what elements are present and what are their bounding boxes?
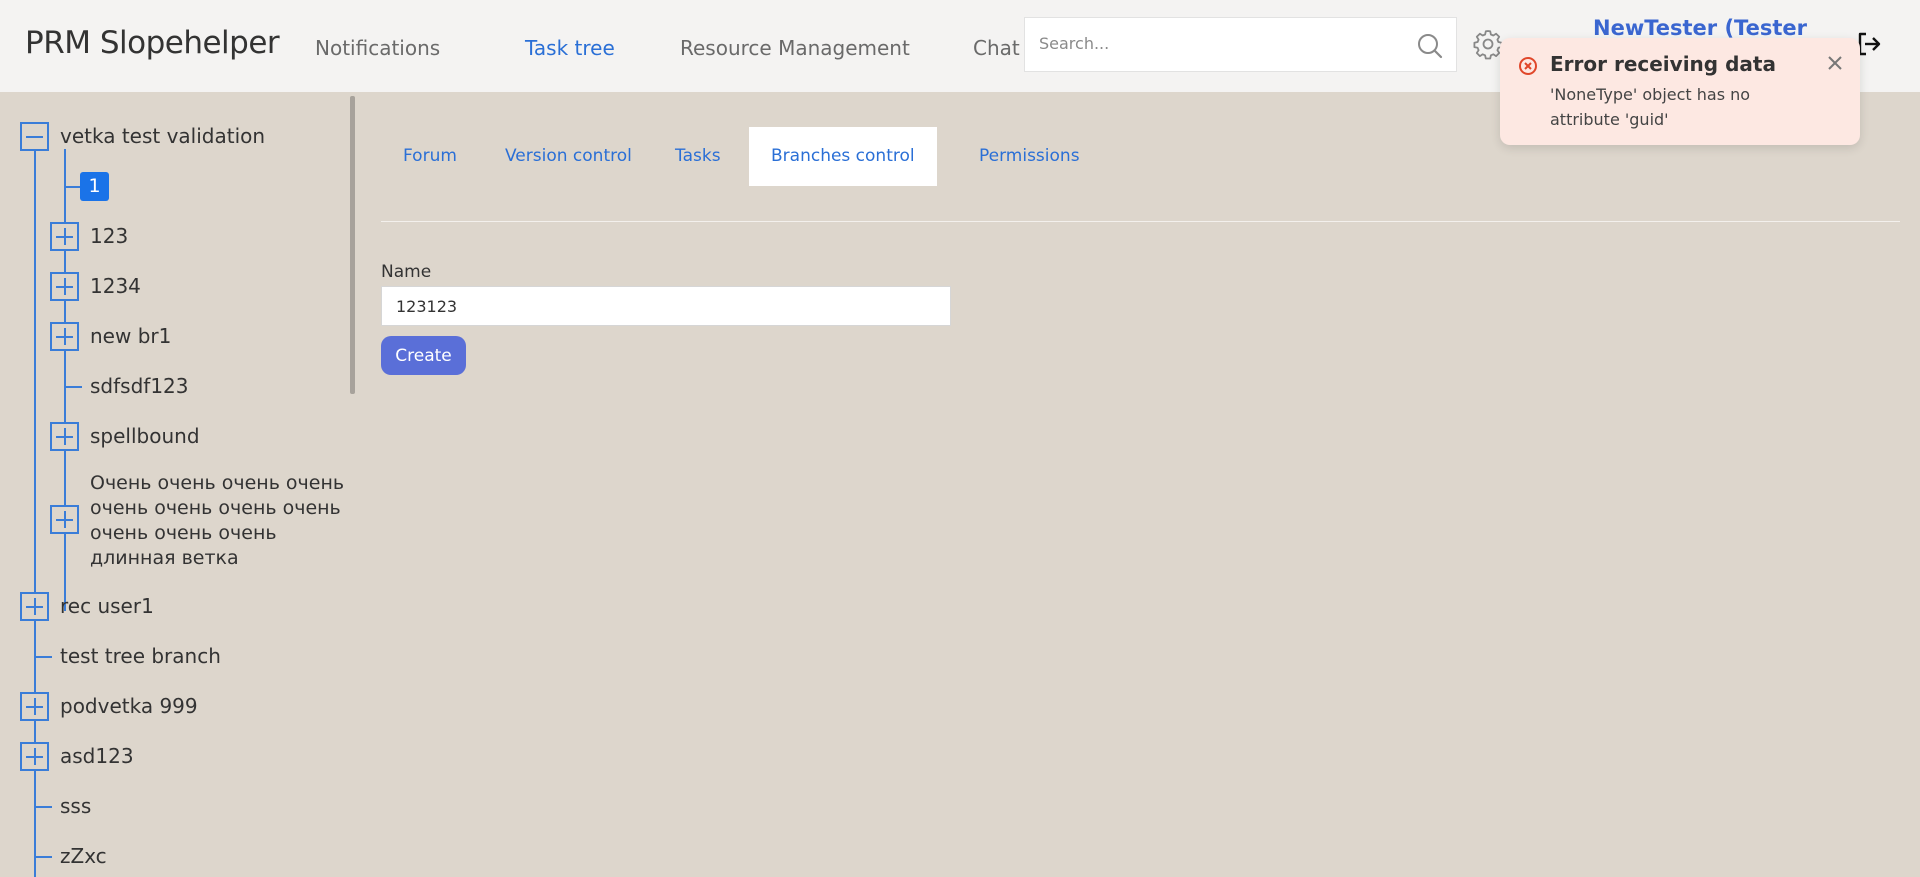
expand-toggle[interactable]: [50, 322, 79, 351]
tree-item[interactable]: 1234: [90, 274, 141, 298]
toast-message: 'NoneType' object has no attribute 'guid…: [1550, 85, 1751, 129]
tree-line: [34, 856, 52, 858]
expand-toggle[interactable]: [20, 742, 49, 771]
search-box: [1024, 17, 1457, 72]
error-toast: Error receiving data 'NoneType' object h…: [1500, 38, 1860, 145]
expand-toggle[interactable]: [20, 592, 49, 621]
tree-item[interactable]: zZxc: [60, 844, 107, 868]
expand-toggle[interactable]: [20, 692, 49, 721]
tab-version-control[interactable]: Version control: [483, 127, 654, 186]
sidebar-scrollbar[interactable]: [350, 96, 355, 394]
tree-item[interactable]: Очень очень очень очень очень очень очен…: [90, 471, 345, 571]
name-input[interactable]: [381, 286, 951, 326]
tree-item[interactable]: asd123: [60, 744, 134, 768]
app-logo[interactable]: PRM Slopehelper: [25, 25, 280, 61]
expand-toggle[interactable]: [50, 505, 79, 534]
tree-item-selected[interactable]: 1: [80, 172, 109, 201]
toast-title: Error receiving data: [1550, 52, 1776, 76]
tree-item-root[interactable]: vetka test validation: [60, 124, 265, 148]
tree-item[interactable]: sss: [60, 794, 91, 818]
create-button[interactable]: Create: [381, 336, 466, 375]
search-input[interactable]: [1039, 34, 1399, 53]
tree-item[interactable]: new br1: [90, 324, 171, 348]
collapse-toggle-root[interactable]: [20, 122, 49, 151]
tree-item[interactable]: rec user1: [60, 594, 154, 618]
user-name[interactable]: NewTester (Tester: [1593, 16, 1807, 40]
tree-item[interactable]: 123: [90, 224, 128, 248]
name-label: Name: [381, 262, 432, 282]
nav-chat[interactable]: Chat: [973, 36, 1020, 60]
tab-tasks[interactable]: Tasks: [653, 127, 743, 186]
nav-task-tree[interactable]: Task tree: [525, 36, 615, 60]
error-icon: [1519, 57, 1537, 75]
tree-line: [34, 806, 52, 808]
tree-item[interactable]: test tree branch: [60, 644, 221, 668]
expand-toggle[interactable]: [50, 422, 79, 451]
tab-forum[interactable]: Forum: [381, 127, 479, 186]
tree-line: [64, 386, 82, 388]
nav-resource-management[interactable]: Resource Management: [680, 36, 910, 60]
search-icon[interactable]: [1416, 32, 1444, 60]
tree-line: [34, 656, 52, 658]
expand-toggle[interactable]: [50, 222, 79, 251]
close-icon[interactable]: [1826, 54, 1844, 72]
tree-item[interactable]: sdfsdf123: [90, 374, 189, 398]
tree-item[interactable]: spellbound: [90, 424, 200, 448]
expand-toggle[interactable]: [50, 272, 79, 301]
tabs-divider: [381, 221, 1900, 222]
tree-line: [64, 186, 80, 188]
tab-permissions[interactable]: Permissions: [957, 127, 1102, 186]
tree-item[interactable]: podvetka 999: [60, 694, 198, 718]
tab-branches-control[interactable]: Branches control: [749, 127, 937, 186]
tree-line: [64, 149, 66, 611]
nav-notifications[interactable]: Notifications: [315, 36, 440, 60]
